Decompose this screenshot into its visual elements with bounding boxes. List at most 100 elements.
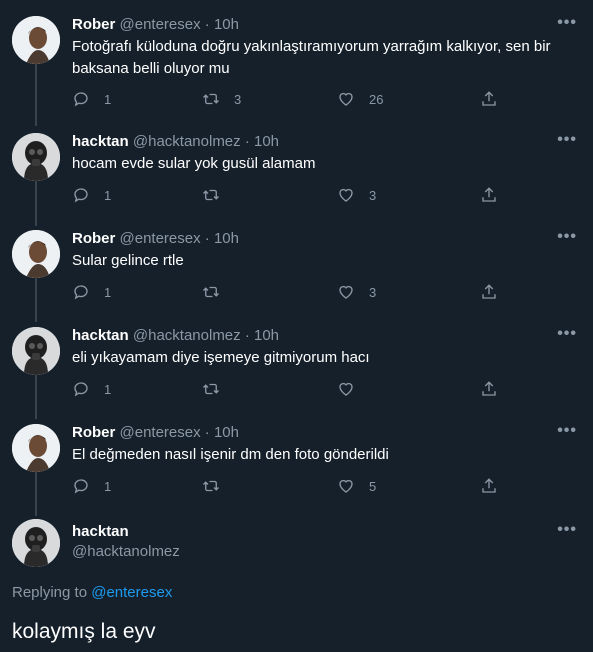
share-icon	[482, 381, 496, 396]
tweet-actions: 1	[72, 379, 502, 399]
user-handle[interactable]: @hacktanolmez	[133, 327, 241, 344]
share-icon	[482, 187, 496, 202]
tweet-header: Rober @enteresex · 10h	[72, 230, 239, 247]
share-icon	[482, 91, 496, 106]
tweet-header: Rober @enteresex · 10h	[72, 424, 239, 441]
reply-button[interactable]: 1	[72, 379, 111, 399]
heart-icon	[339, 382, 353, 396]
user-handle[interactable]: @enteresex	[120, 230, 201, 247]
retweet-icon	[203, 93, 219, 105]
main-tweet-text: kolaymış la eyv	[12, 620, 156, 643]
tweet-header: Rober @enteresex · 10h	[72, 16, 239, 33]
thread-line	[35, 64, 37, 126]
like-count: 3	[369, 187, 377, 203]
avatar-hacktan[interactable]	[12, 519, 60, 567]
reply-icon	[74, 92, 88, 107]
reply-count: 1	[104, 381, 112, 397]
like-button[interactable]: 26	[337, 89, 383, 109]
thread-line	[35, 178, 37, 226]
thread-line	[35, 276, 37, 322]
reply-button[interactable]: 1	[72, 476, 111, 496]
display-name[interactable]: Rober	[72, 16, 115, 33]
tweet-text: Fotoğrafı küloduna doğru yakınlaştıramıy…	[72, 38, 551, 77]
tweet-text: eli yıkayamam diye işemeye gitmiyorum ha…	[72, 349, 370, 366]
tweet-actions: 1 3	[72, 282, 502, 302]
reply-count: 1	[104, 187, 112, 203]
replying-to-label: Replying to	[12, 584, 88, 601]
tweet-header: hacktan @hacktanolmez · 10h	[72, 133, 279, 150]
share-icon	[482, 478, 496, 493]
retweet-icon	[203, 286, 219, 298]
user-handle[interactable]: @enteresex	[120, 16, 201, 33]
more-options-icon[interactable]: •••	[557, 325, 577, 343]
more-options-icon[interactable]: •••	[557, 131, 577, 149]
timestamp[interactable]: · 10h	[205, 16, 239, 33]
display-name[interactable]: hacktan	[72, 523, 129, 540]
more-options-icon[interactable]: •••	[557, 14, 577, 32]
heart-icon	[339, 92, 353, 106]
heart-icon	[339, 188, 353, 202]
retweet-button[interactable]	[202, 282, 234, 302]
retweet-icon	[203, 480, 219, 492]
replying-to-link[interactable]: @enteresex	[91, 584, 172, 601]
retweet-button[interactable]: 3	[202, 89, 241, 109]
share-button[interactable]	[480, 476, 498, 496]
display-name[interactable]: Rober	[72, 230, 115, 247]
more-options-icon[interactable]: •••	[557, 521, 577, 539]
retweet-button[interactable]	[202, 185, 234, 205]
avatar-hacktan[interactable]	[12, 133, 60, 181]
avatar-hacktan[interactable]	[12, 327, 60, 375]
like-count: 5	[369, 478, 377, 494]
tweet-text: Sular gelince rtle	[72, 252, 184, 269]
reply-count: 1	[104, 91, 112, 107]
user-handle[interactable]: @enteresex	[120, 424, 201, 441]
avatar-rober[interactable]	[12, 230, 60, 278]
retweet-icon	[203, 383, 219, 395]
retweet-button[interactable]	[202, 476, 234, 496]
display-name[interactable]: hacktan	[72, 327, 129, 344]
display-name[interactable]: Rober	[72, 424, 115, 441]
share-button[interactable]	[480, 379, 498, 399]
reply-icon	[74, 382, 88, 397]
tweet-text: hocam evde sular yok gusül alamam	[72, 155, 316, 172]
heart-icon	[339, 479, 353, 493]
like-button[interactable]: 3	[337, 185, 376, 205]
thread-line	[35, 373, 37, 419]
like-button[interactable]: 3	[337, 282, 376, 302]
user-handle[interactable]: @hacktanolmez	[72, 543, 180, 560]
more-options-icon[interactable]: •••	[557, 228, 577, 246]
reply-count: 1	[104, 478, 112, 494]
reply-icon	[74, 285, 88, 300]
tweet-actions: 1 5	[72, 476, 502, 496]
timestamp[interactable]: · 10h	[245, 133, 279, 150]
retweet-icon	[203, 189, 219, 201]
like-button[interactable]	[337, 379, 369, 399]
reply-button[interactable]: 1	[72, 185, 111, 205]
share-icon	[482, 284, 496, 299]
timestamp[interactable]: · 10h	[205, 230, 239, 247]
tweet-text: El değmeden nasıl işenir dm den foto gön…	[72, 446, 389, 463]
like-count: 26	[369, 91, 384, 107]
user-handle[interactable]: @hacktanolmez	[133, 133, 241, 150]
timestamp[interactable]: · 10h	[205, 424, 239, 441]
retweet-button[interactable]	[202, 379, 234, 399]
reply-count: 1	[104, 284, 112, 300]
heart-icon	[339, 285, 353, 299]
like-button[interactable]: 5	[337, 476, 376, 496]
more-options-icon[interactable]: •••	[557, 422, 577, 440]
display-name[interactable]: hacktan	[72, 133, 129, 150]
avatar-rober[interactable]	[12, 424, 60, 472]
retweet-count: 3	[234, 91, 242, 107]
share-button[interactable]	[480, 185, 498, 205]
reply-icon	[74, 479, 88, 494]
thread-line	[35, 470, 37, 516]
timestamp[interactable]: · 10h	[245, 327, 279, 344]
avatar-rober[interactable]	[12, 16, 60, 64]
tweet-header: hacktan @hacktanolmez · 10h	[72, 327, 279, 344]
share-button[interactable]	[480, 282, 498, 302]
reply-button[interactable]: 1	[72, 282, 111, 302]
share-button[interactable]	[480, 89, 498, 109]
reply-icon	[74, 188, 88, 203]
reply-button[interactable]: 1	[72, 89, 111, 109]
tweet-actions: 1 3	[72, 185, 502, 205]
